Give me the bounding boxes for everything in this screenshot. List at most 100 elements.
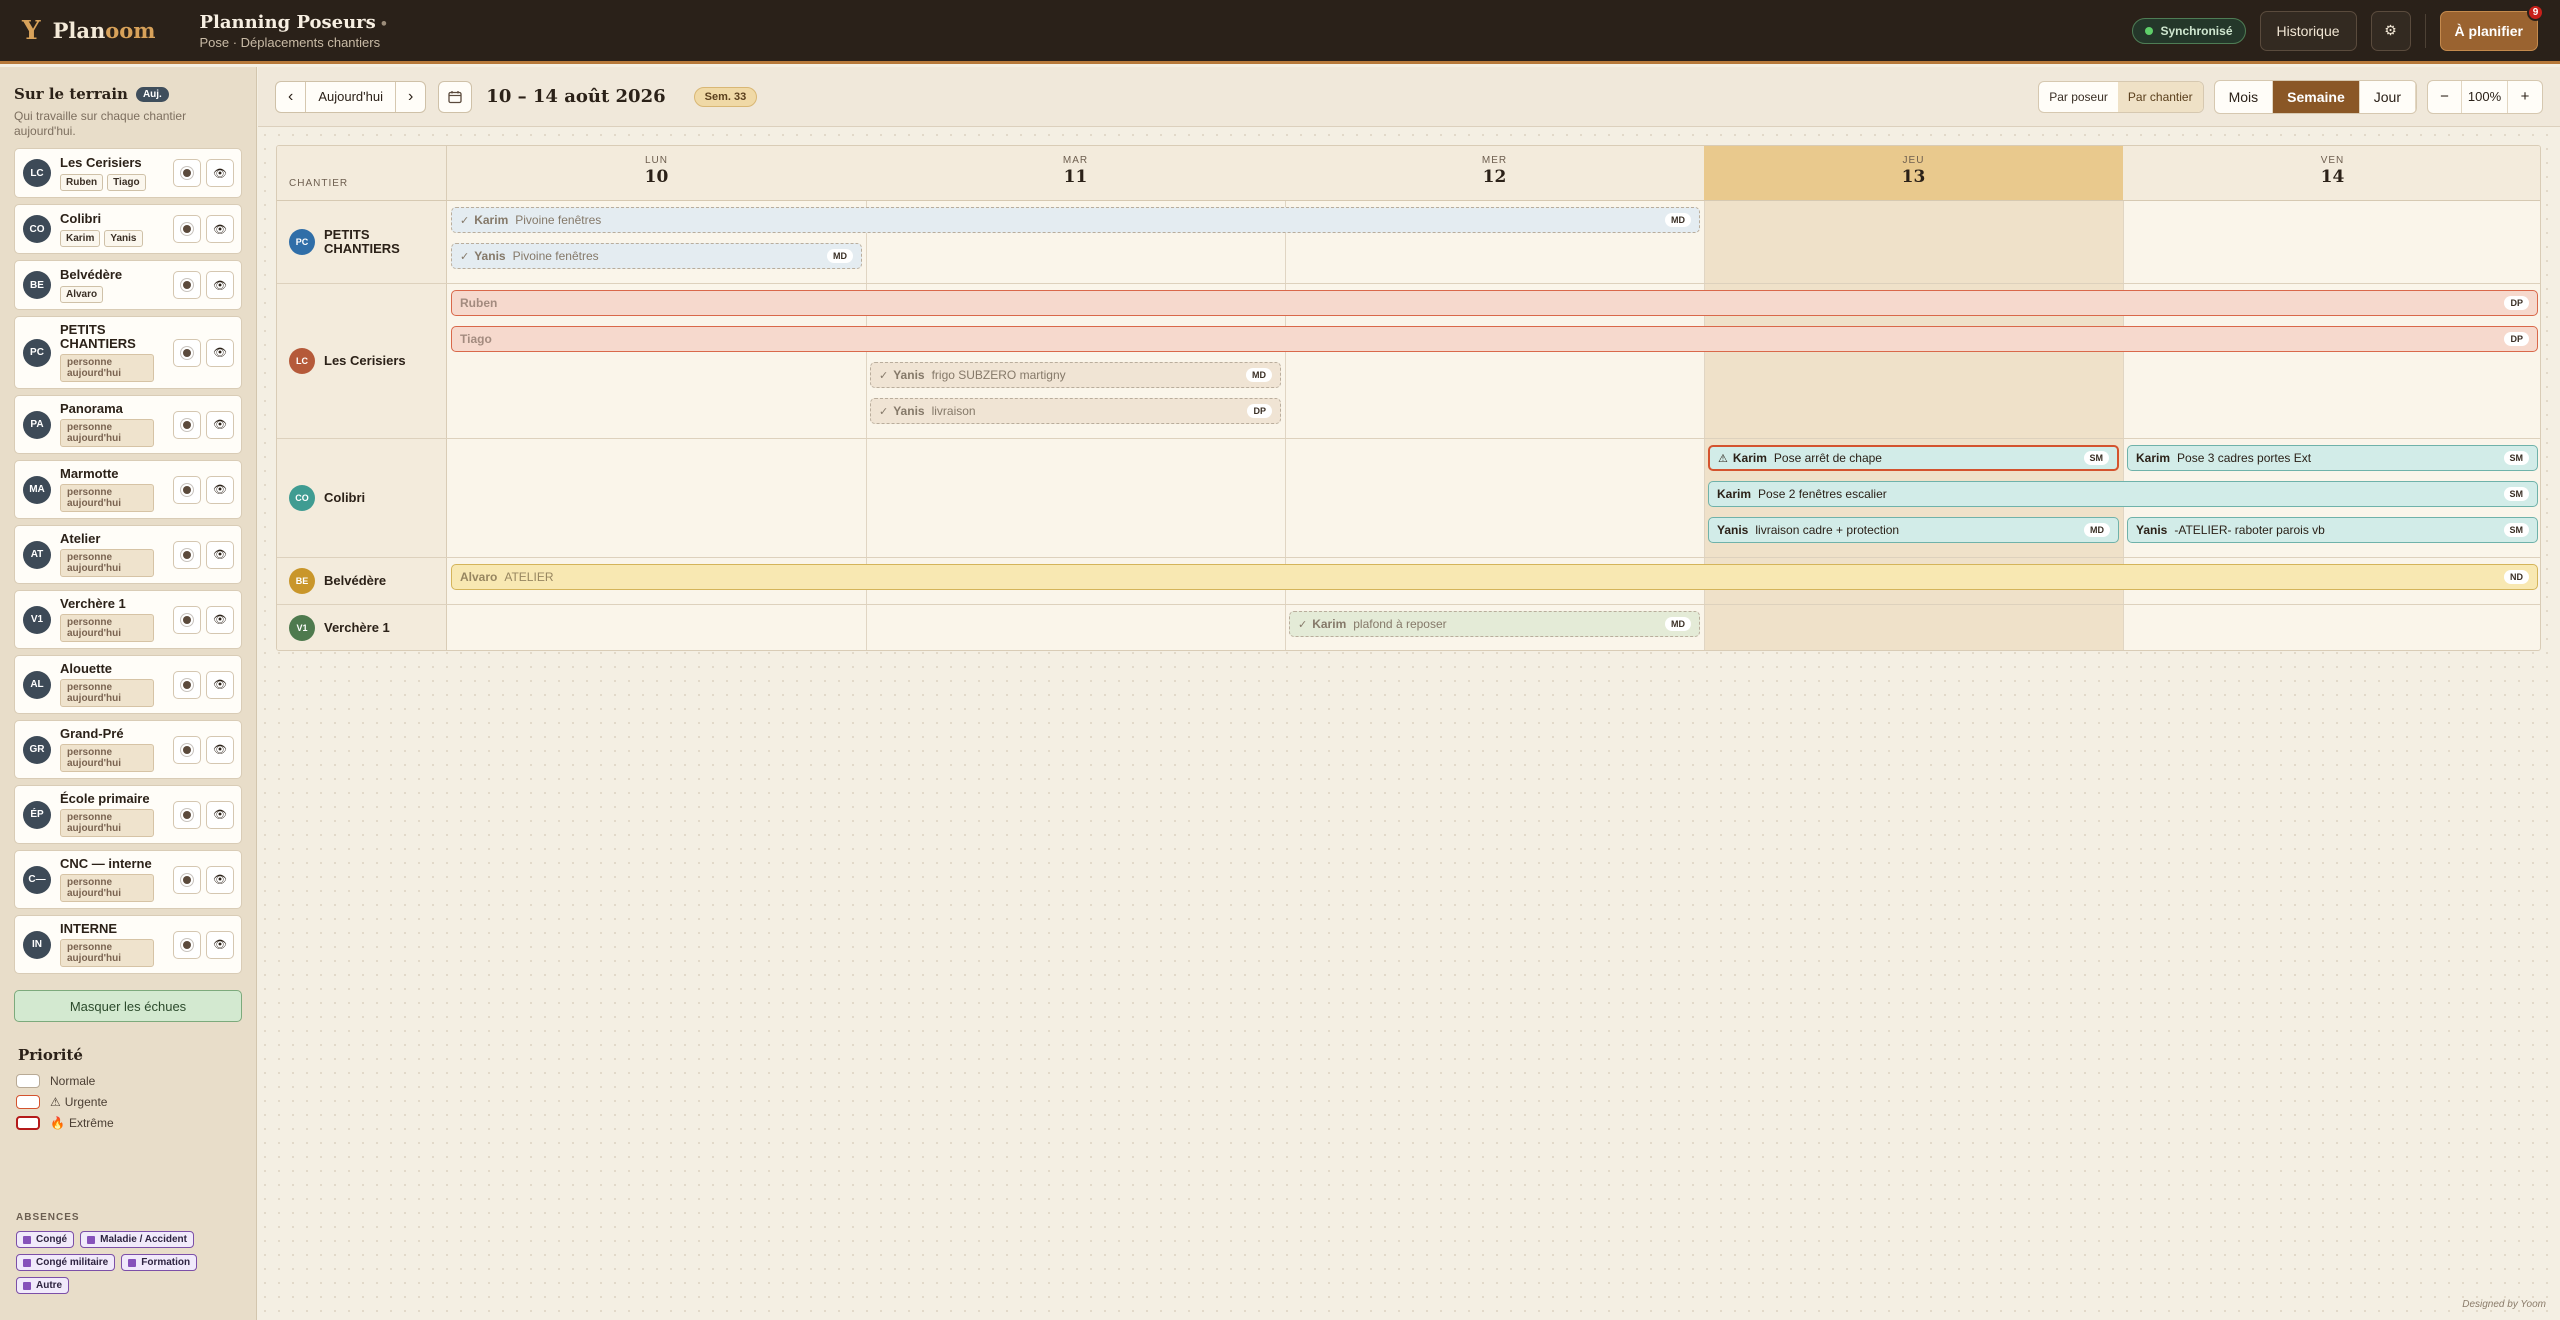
focus-site-button[interactable] <box>173 475 201 504</box>
view-option-mois[interactable]: Mois <box>2215 80 2274 113</box>
schedule-event[interactable]: ✓ Yanis livraison DP <box>870 398 1281 424</box>
focus-site-button[interactable] <box>173 735 201 764</box>
site-card[interactable]: PA Panorama personne aujourd'hui 👁 <box>14 395 242 454</box>
day-header: MAR 11 <box>866 146 1285 201</box>
site-card[interactable]: LC Les Cerisiers Ruben Tiago 👁 <box>14 148 242 198</box>
app-title-block: Planning Poseurs • Pose · Déplacements ch… <box>199 12 388 50</box>
schedule-event[interactable]: Ruben DP <box>451 290 2538 316</box>
view-site-button[interactable]: 👁 <box>206 271 234 299</box>
view-site-button[interactable]: 👁 <box>206 215 234 243</box>
nobody-today-badge: personne aujourd'hui <box>60 549 154 577</box>
focus-site-button[interactable] <box>173 930 201 959</box>
chantier-row-label[interactable]: V1 Verchère 1 <box>277 605 447 650</box>
view-site-button[interactable]: 👁 <box>206 930 234 959</box>
event-tag: DP <box>2504 332 2529 346</box>
view-site-button[interactable]: 👁 <box>206 800 234 829</box>
view-site-button[interactable]: 👁 <box>206 475 234 504</box>
date-picker-button[interactable] <box>438 80 473 113</box>
focus-site-button[interactable] <box>173 338 201 367</box>
to-plan-button[interactable]: À planifier 9 <box>2439 3 2544 51</box>
today-button[interactable]: Aujourd'hui <box>306 81 396 112</box>
day-number: 10 <box>644 167 669 187</box>
chantier-row-label[interactable]: PC PETITS CHANTIERS <box>277 201 447 283</box>
view-option-semaine[interactable]: Semaine <box>2273 80 2360 113</box>
schedule-event[interactable]: Yanis livraison cadre + protection MD <box>1708 517 2119 543</box>
focus-site-button[interactable] <box>173 540 201 569</box>
focus-site-button[interactable] <box>173 800 201 829</box>
chantier-row-label[interactable]: CO Colibri <box>277 439 447 557</box>
site-card[interactable]: V1 Verchère 1 personne aujourd'hui 👁 <box>14 590 242 649</box>
schedule-event[interactable]: ⚠ Karim Pose arrêt de chape SM <box>1708 445 2119 471</box>
absence-type-chip[interactable]: Autre <box>16 1277 70 1294</box>
schedule-event[interactable]: Tiago DP <box>451 326 2538 352</box>
sun-icon <box>183 680 191 689</box>
focus-site-button[interactable] <box>173 605 201 634</box>
settings-button[interactable]: ⚙ <box>2370 10 2411 51</box>
site-card[interactable]: PC PETITS CHANTIERS personne aujourd'hui 👁 <box>14 316 242 389</box>
schedule-event[interactable]: ✓ Yanis Pivoine fenêtres MD <box>451 243 862 269</box>
view-site-button[interactable]: 👁 <box>206 410 234 439</box>
view-site-button[interactable]: 👁 <box>206 338 234 367</box>
focus-site-button[interactable] <box>173 865 201 894</box>
absence-type-chip[interactable]: Maladie / Accident <box>80 1231 194 1248</box>
focus-site-button[interactable] <box>173 410 201 439</box>
app-subtitle: Pose · Déplacements chantiers <box>199 34 381 50</box>
schedule-event[interactable]: ✓ Yanis frigo SUBZERO martigny MD <box>870 362 1281 388</box>
site-card[interactable]: AT Atelier personne aujourd'hui 👁 <box>14 525 242 584</box>
sync-dot-icon <box>2145 26 2154 35</box>
site-card[interactable]: MA Marmotte personne aujourd'hui 👁 <box>14 460 242 519</box>
app-logo[interactable]: Y Planoom <box>22 16 155 46</box>
next-week-button[interactable]: › <box>396 82 425 112</box>
absence-type-chip[interactable]: Congé militaire <box>16 1254 116 1271</box>
view-option-jour[interactable]: Jour <box>2360 80 2416 113</box>
event-worker: Ruben <box>460 296 498 310</box>
group-by-option[interactable]: Par poseur <box>2039 82 2118 112</box>
eye-icon: 👁 <box>213 347 227 359</box>
site-avatar: PC <box>23 338 51 367</box>
focus-site-button[interactable] <box>173 215 201 243</box>
schedule-event[interactable]: ✓ Karim Pivoine fenêtres MD <box>451 207 1700 233</box>
event-title: livraison <box>931 404 976 418</box>
site-card[interactable]: GR Grand-Pré personne aujourd'hui 👁 <box>14 720 242 779</box>
hide-expired-button[interactable]: Masquer les échues <box>14 990 242 1022</box>
site-card[interactable]: C— CNC — interne personne aujourd'hui 👁 <box>14 850 242 909</box>
view-site-button[interactable]: 👁 <box>206 670 234 699</box>
schedule-event[interactable]: Karim Pose 3 cadres portes Ext SM <box>2127 445 2538 471</box>
zoom-in-button[interactable]: + <box>2508 81 2542 113</box>
focus-site-button[interactable] <box>173 670 201 699</box>
view-site-button[interactable]: 👁 <box>206 735 234 764</box>
site-card[interactable]: BE Belvédère Alvaro 👁 <box>14 260 242 310</box>
site-avatar: AT <box>23 540 51 569</box>
view-site-button[interactable]: 👁 <box>206 540 234 569</box>
focus-site-button[interactable] <box>173 271 201 299</box>
chantier-row-label[interactable]: LC Les Cerisiers <box>277 284 447 438</box>
calendar-toolbar: ‹ Aujourd'hui › 10 – 14 août 2026 Sem. 3… <box>258 67 2560 127</box>
site-card[interactable]: ÉP École primaire personne aujourd'hui 👁 <box>14 785 242 844</box>
absence-type-chip[interactable]: Formation <box>121 1254 198 1271</box>
view-site-button[interactable]: 👁 <box>206 865 234 894</box>
schedule-event[interactable]: ✓ Karim plafond à reposer MD <box>1289 611 1700 637</box>
group-by-option[interactable]: Par chantier <box>2117 81 2203 112</box>
site-card[interactable]: AL Alouette personne aujourd'hui 👁 <box>14 655 242 714</box>
site-card[interactable]: IN INTERNE personne aujourd'hui 👁 <box>14 915 242 974</box>
prev-week-button[interactable]: ‹ <box>276 81 307 112</box>
nobody-today-badge: personne aujourd'hui <box>60 679 154 707</box>
day-number: 11 <box>1063 167 1088 187</box>
sun-icon <box>183 615 191 624</box>
zoom-out-button[interactable]: − <box>2428 80 2462 113</box>
absence-color-swatch <box>23 1235 31 1244</box>
view-site-button[interactable]: 👁 <box>206 605 234 634</box>
site-card[interactable]: CO Colibri Karim Yanis 👁 <box>14 204 242 254</box>
day-name: JEU <box>1902 155 1925 166</box>
schedule-event[interactable]: Yanis -ATELIER- raboter parois vb SM <box>2127 517 2538 543</box>
focus-site-button[interactable] <box>173 159 201 187</box>
absence-type-label: Autre <box>36 1280 63 1291</box>
absence-type-chip[interactable]: Congé <box>16 1231 75 1248</box>
view-site-button[interactable]: 👁 <box>206 159 234 187</box>
event-title: Pivoine fenêtres <box>515 213 602 227</box>
chantier-row-label[interactable]: BE Belvédère <box>277 558 447 604</box>
history-button[interactable]: Historique <box>2259 10 2357 51</box>
schedule-event[interactable]: Karim Pose 2 fenêtres escalier SM <box>1708 481 2538 507</box>
priority-label-text: Urgente <box>64 1095 108 1109</box>
schedule-event[interactable]: Alvaro ATELIER ND <box>451 564 2538 590</box>
